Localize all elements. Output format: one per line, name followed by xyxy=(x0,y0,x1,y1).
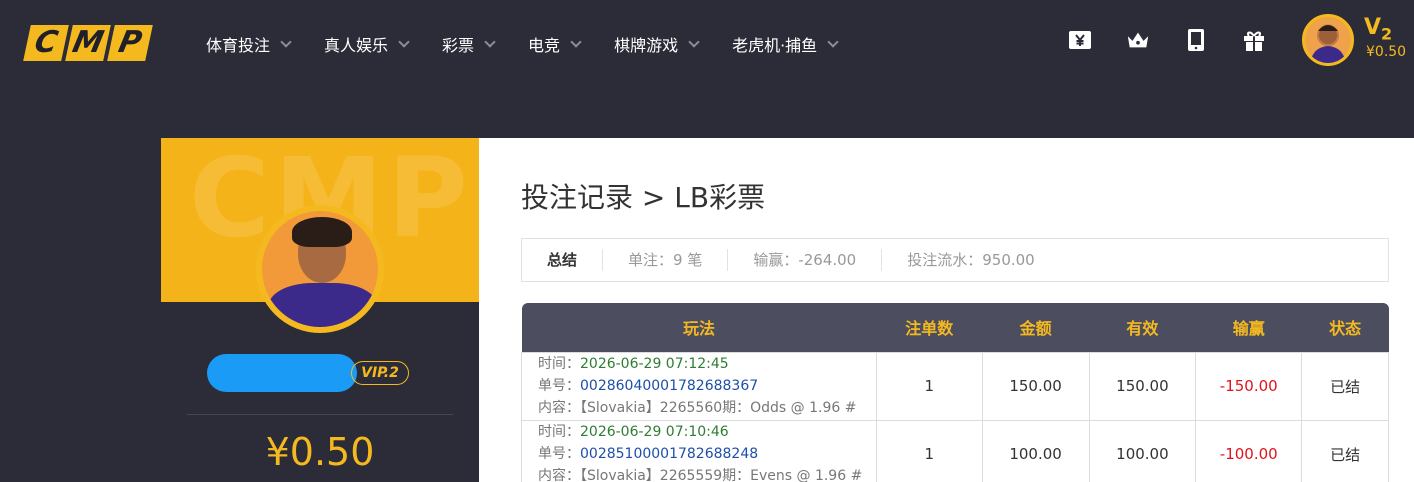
bet-amount: 100.00 xyxy=(981,419,1090,482)
nav-label: 电竞 xyxy=(528,36,561,55)
chevron-down-icon xyxy=(688,36,700,48)
nav-label: 彩票 xyxy=(442,36,475,55)
crown-icon[interactable] xyxy=(1126,28,1150,52)
bet-valid: 150.00 xyxy=(1088,351,1197,421)
summary-bets: 单注：9 笔 xyxy=(603,249,729,271)
main-nav: 体育投注 真人娱乐 彩票 电竞 棋牌游戏 老虎机·捕鱼 xyxy=(206,30,839,58)
bet-time: 2026-06-29 07:12:45 xyxy=(580,356,729,372)
nav-label: 棋牌游戏 xyxy=(614,36,679,55)
col-header-winloss: 输赢 xyxy=(1232,319,1265,339)
chevron-down-icon xyxy=(827,36,839,48)
bet-winloss: -150.00 xyxy=(1195,351,1303,421)
nav-item-lottery[interactable]: 彩票 xyxy=(442,30,496,58)
col-header-amount: 金额 xyxy=(1019,319,1052,339)
nav-item-live-casino[interactable]: 真人娱乐 xyxy=(324,30,410,58)
table-header-row: 玩法 注单数 金额 有效 输赢 状态 xyxy=(521,303,1389,352)
nav-item-esports[interactable]: 电竞 xyxy=(528,30,582,58)
bet-valid: 100.00 xyxy=(1088,419,1197,482)
bet-records-table: 玩法 注单数 金额 有效 输赢 状态 时间：2026-06-29 07:12:4… xyxy=(521,303,1389,482)
table-row[interactable]: 时间：2026-06-29 07:10:46 单号：00285100001782… xyxy=(521,419,1389,482)
bet-order-number[interactable]: 00286040001782688367 xyxy=(580,378,758,394)
header-balance: ¥0.50 xyxy=(1366,44,1407,60)
top-bar: C M P 体育投注 真人娱乐 彩票 电竞 棋牌游戏 老虎机·捕鱼 V2 ¥0.… xyxy=(0,0,1414,86)
bet-order-number[interactable]: 00285100001782688248 xyxy=(580,446,758,462)
bet-records-panel: 投注记录 > LB彩票 总结 单注：9 笔 输赢：-264.00 投注流水：95… xyxy=(479,138,1414,482)
page-title: 投注记录 > LB彩票 xyxy=(521,181,766,214)
chevron-down-icon xyxy=(570,36,582,48)
profile-avatar xyxy=(256,205,384,333)
summary-label: 总结 xyxy=(522,249,604,271)
header-icons xyxy=(1068,28,1266,52)
col-header-count: 注单数 xyxy=(905,319,954,339)
bet-content: 【Slovakia】2265559期：Evens @ 1.96 # xyxy=(580,468,863,482)
user-avatar[interactable] xyxy=(1302,14,1354,66)
nav-item-slots-fishing[interactable]: 老虎机·捕鱼 xyxy=(732,30,839,58)
gift-icon[interactable] xyxy=(1242,28,1266,52)
logo-letter-m: M xyxy=(65,25,111,61)
summary-bar: 总结 单注：9 笔 输赢：-264.00 投注流水：950.00 xyxy=(521,238,1389,282)
chevron-down-icon xyxy=(280,36,292,48)
summary-turnover: 投注流水：950.00 xyxy=(907,251,1035,269)
bet-info-cell: 时间：2026-06-29 07:12:45 单号：00286040001782… xyxy=(521,351,877,421)
col-header-valid: 有效 xyxy=(1126,319,1159,339)
cmp-logo[interactable]: C M P xyxy=(23,25,153,61)
table-row[interactable]: 时间：2026-06-29 07:12:45 单号：00286040001782… xyxy=(521,351,1389,421)
divider xyxy=(187,414,453,415)
bet-time: 2026-06-29 07:10:46 xyxy=(580,424,729,440)
vip-level: V2 xyxy=(1364,15,1393,44)
user-side-panel: CMP VIP.2 ¥0.50 xyxy=(161,138,479,482)
bet-winloss: -100.00 xyxy=(1195,419,1303,482)
chevron-down-icon xyxy=(484,36,496,48)
nav-item-sports[interactable]: 体育投注 xyxy=(206,30,292,58)
nav-item-card-games[interactable]: 棋牌游戏 xyxy=(614,30,700,58)
nav-label: 真人娱乐 xyxy=(324,36,389,55)
yen-ticket-icon[interactable] xyxy=(1068,28,1092,52)
bet-content: 【Slovakia】2265560期：Odds @ 1.96 # xyxy=(580,400,857,416)
username-redacted xyxy=(207,354,357,392)
vip-badge: VIP.2 xyxy=(351,361,409,385)
col-header-play: 玩法 xyxy=(682,319,715,339)
chevron-down-icon xyxy=(398,36,410,48)
bet-amount: 150.00 xyxy=(981,351,1090,421)
logo-letter-c: C xyxy=(23,25,69,61)
logo-letter-p: P xyxy=(107,25,153,61)
bet-count: 1 xyxy=(875,351,983,421)
bet-info-cell: 时间：2026-06-29 07:10:46 单号：00285100001782… xyxy=(521,419,877,482)
nav-label: 体育投注 xyxy=(206,36,271,55)
bet-count: 1 xyxy=(875,419,983,482)
nav-label: 老虎机·捕鱼 xyxy=(732,36,818,55)
col-header-status: 状态 xyxy=(1329,319,1362,339)
tablet-icon[interactable] xyxy=(1184,28,1208,52)
bet-status: 已结 xyxy=(1301,419,1389,482)
summary-winloss: 输赢：-264.00 xyxy=(728,249,883,271)
side-balance: ¥0.50 xyxy=(265,430,375,474)
bet-status: 已结 xyxy=(1301,351,1389,421)
